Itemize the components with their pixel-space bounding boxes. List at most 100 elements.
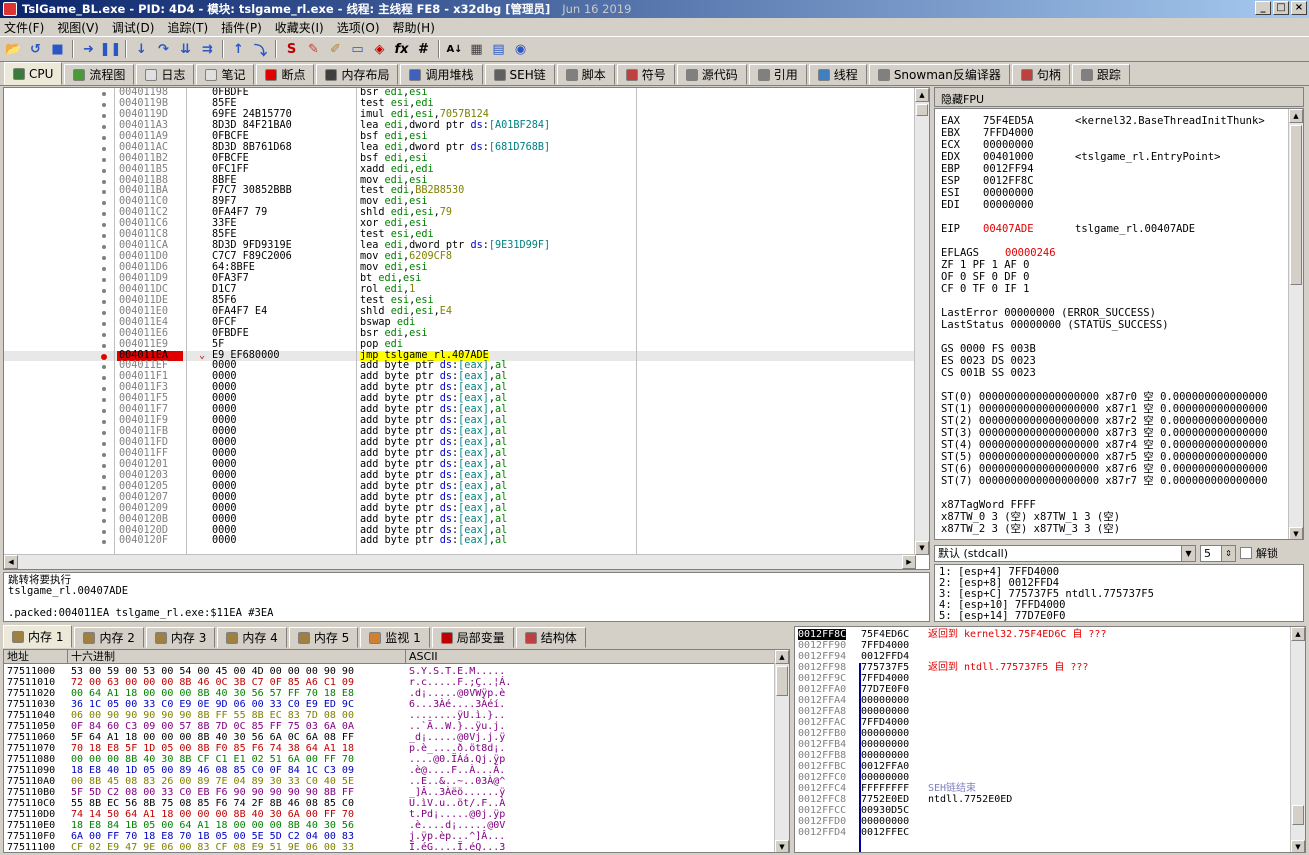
line-marker-icon[interactable] bbox=[102, 277, 106, 282]
fpu-row[interactable]: ST(4) 0000000000000000000 x87r4 空 0.0000… bbox=[935, 439, 1303, 451]
column-header-address[interactable]: 地址 bbox=[4, 650, 68, 664]
register-row[interactable]: EAX 75F4ED5A <kernel32.BaseThreadInitThunk… bbox=[935, 115, 1303, 127]
run-icon[interactable]: ➜ bbox=[79, 40, 98, 59]
tab-5[interactable]: 内存布局 bbox=[316, 64, 399, 85]
line-marker-icon[interactable] bbox=[102, 310, 106, 315]
line-marker-icon[interactable] bbox=[102, 212, 106, 217]
stack-row[interactable]: 0012FFA0 77D7E0F0 bbox=[795, 684, 1291, 695]
fpu-row[interactable]: ST(0) 0000000000000000000 x87r0 空 0.0000… bbox=[935, 391, 1303, 403]
disassembly-hscroll[interactable]: ◀ ▶ bbox=[4, 554, 916, 569]
stack-row[interactable]: 0012FFD4 0012FFEC bbox=[795, 827, 1291, 838]
stop-icon[interactable]: ■ bbox=[48, 40, 67, 59]
restart-icon[interactable]: ↺ bbox=[26, 40, 45, 59]
fpu-row[interactable]: ST(5) 0000000000000000000 x87r5 空 0.0000… bbox=[935, 451, 1303, 463]
stack-view[interactable]: 0012FF8C 75F4ED6C 返回到 kernel32.75F4ED6C 自 … bbox=[794, 626, 1306, 853]
tab-12[interactable]: 线程 bbox=[808, 64, 867, 85]
line-marker-icon[interactable] bbox=[102, 365, 106, 370]
tagword-row[interactable]: x87TagWord FFFF bbox=[935, 499, 1303, 511]
stack-row[interactable]: 0012FFBC 0012FFA0 bbox=[795, 761, 1291, 772]
line-marker-icon[interactable] bbox=[102, 463, 106, 468]
scroll-thumb[interactable] bbox=[916, 104, 928, 116]
fpu-row[interactable]: ST(6) 0000000000000000000 x87r6 空 0.0000… bbox=[935, 463, 1303, 475]
scroll-down-icon[interactable]: ▼ bbox=[915, 541, 929, 555]
line-marker-icon[interactable] bbox=[102, 157, 106, 162]
scroll-left-icon[interactable]: ◀ bbox=[4, 555, 18, 569]
stack-row[interactable]: 0012FFAC 7FFD4000 bbox=[795, 717, 1291, 728]
dump-vscroll[interactable]: ▲ ▼ bbox=[774, 650, 789, 852]
step-over-icon[interactable]: ↷ bbox=[154, 40, 173, 59]
memory-tab-6[interactable]: 局部变量 bbox=[431, 627, 514, 648]
flags-row[interactable]: CF 0 TF 0 IF 1 bbox=[935, 283, 1303, 295]
stack-row[interactable]: 0012FF8C 75F4ED6C 返回到 kernel32.75F4ED6C 自 … bbox=[795, 629, 1291, 640]
stack-vscroll[interactable]: ▲ ▼ bbox=[1290, 627, 1305, 852]
stack-row[interactable]: 0012FFB8 00000000 bbox=[795, 750, 1291, 761]
close-button[interactable]: × bbox=[1291, 1, 1307, 15]
register-value[interactable]: 00000246 bbox=[1005, 247, 1056, 259]
fpu-row[interactable]: ST(1) 0000000000000000000 x87r1 空 0.0000… bbox=[935, 403, 1303, 415]
stack-row[interactable]: 0012FFA4 00000000 bbox=[795, 695, 1291, 706]
patch-icon[interactable]: ✎ bbox=[304, 40, 323, 59]
register-row[interactable] bbox=[935, 235, 1303, 247]
bookmark-icon[interactable]: ◈ bbox=[370, 40, 389, 59]
tab-6[interactable]: 调用堆栈 bbox=[400, 64, 483, 85]
disassembly-view[interactable]: 00401198 0FBDFE bsr edi,esi 0040119B 85FE tes… bbox=[3, 87, 930, 570]
menu-item-7[interactable]: 帮助(H) bbox=[393, 19, 435, 36]
scroll-thumb[interactable] bbox=[1290, 125, 1302, 285]
stack-row[interactable]: 0012FFB4 00000000 bbox=[795, 739, 1291, 750]
tab-10[interactable]: 源代码 bbox=[676, 64, 747, 85]
tab-14[interactable]: 句柄 bbox=[1011, 64, 1070, 85]
register-value[interactable]: 00000000 bbox=[983, 187, 1034, 199]
register-value[interactable]: 00000000 bbox=[983, 139, 1034, 151]
flags-row[interactable]: ZF 1 PF 1 AF 0 bbox=[935, 259, 1303, 271]
line-marker-icon[interactable] bbox=[102, 496, 106, 501]
line-marker-icon[interactable] bbox=[102, 223, 106, 228]
line-marker-icon[interactable] bbox=[102, 452, 106, 457]
minimize-button[interactable]: _ bbox=[1255, 1, 1271, 15]
tab-9[interactable]: 符号 bbox=[616, 64, 675, 85]
menu-item-6[interactable]: 选项(O) bbox=[337, 19, 380, 36]
line-marker-icon[interactable] bbox=[102, 321, 106, 326]
stack-row[interactable]: 0012FFD0 00000000 bbox=[795, 816, 1291, 827]
register-row[interactable]: EBP 0012FF94 bbox=[935, 163, 1303, 175]
memory-tab-0[interactable]: 内存 1 bbox=[3, 625, 73, 648]
memory-tab-1[interactable]: 内存 2 bbox=[74, 627, 144, 648]
register-row[interactable]: EBX 7FFD4000 bbox=[935, 127, 1303, 139]
open-icon[interactable]: 📂 bbox=[4, 40, 23, 59]
register-row[interactable]: ECX 00000000 bbox=[935, 139, 1303, 151]
memory-tab-2[interactable]: 内存 3 bbox=[145, 627, 216, 648]
scroll-down-icon[interactable]: ▼ bbox=[1291, 840, 1305, 852]
segment-row[interactable]: GS 0000 FS 003B bbox=[935, 343, 1303, 355]
registers-view[interactable]: EAX 75F4ED5A <kernel32.BaseThreadInitThunk… bbox=[934, 108, 1304, 540]
stack-row[interactable]: 0012FF94 0012FFD4 bbox=[795, 651, 1291, 662]
menu-item-5[interactable]: 收藏夹(I) bbox=[275, 19, 324, 36]
disasm-row[interactable]: 004011E4 0FCF bswap edi bbox=[4, 317, 916, 329]
stack-row[interactable]: 0012FFCC 00930D5C bbox=[795, 805, 1291, 816]
scroll-thumb[interactable] bbox=[1292, 805, 1304, 825]
menu-item-0[interactable]: 文件(F) bbox=[4, 19, 44, 36]
column-header-ascii[interactable]: ASCII bbox=[406, 650, 776, 664]
flags-row[interactable]: OF 0 SF 0 DF 0 bbox=[935, 271, 1303, 283]
tab-7[interactable]: SEH链 bbox=[484, 64, 555, 85]
scroll-thumb[interactable] bbox=[776, 666, 788, 696]
memory-tab-5[interactable]: 监视 1 bbox=[360, 627, 430, 648]
disasm-row[interactable]: 004011B5 0FC1FF xadd edi,edi bbox=[4, 164, 916, 176]
calling-convention-select[interactable]: 默认 (stdcall) ▼ bbox=[934, 544, 1196, 562]
memory-tab-7[interactable]: 结构体 bbox=[515, 627, 586, 648]
pause-icon[interactable]: ❚❚ bbox=[100, 40, 122, 59]
tab-2[interactable]: 日志 bbox=[136, 64, 195, 85]
hex-dump-view[interactable]: 地址 十六进制 ASCII 77511000 53 00 59 00 53 00 … bbox=[3, 649, 790, 853]
tab-15[interactable]: 跟踪 bbox=[1071, 64, 1130, 85]
scroll-up-icon[interactable]: ▲ bbox=[775, 650, 789, 664]
line-marker-icon[interactable] bbox=[102, 299, 106, 304]
line-marker-icon[interactable] bbox=[102, 201, 106, 206]
scroll-up-icon[interactable]: ▲ bbox=[915, 88, 929, 102]
line-marker-icon[interactable] bbox=[102, 420, 106, 425]
menu-item-3[interactable]: 追踪(T) bbox=[167, 19, 208, 36]
line-marker-icon[interactable] bbox=[102, 124, 106, 129]
line-marker-icon[interactable] bbox=[102, 518, 106, 523]
tab-11[interactable]: 引用 bbox=[748, 64, 807, 85]
line-marker-icon[interactable] bbox=[102, 431, 106, 436]
fpu-row[interactable]: ST(3) 0000000000000000000 x87r3 空 0.0000… bbox=[935, 427, 1303, 439]
line-marker-icon[interactable] bbox=[102, 288, 106, 293]
line-marker-icon[interactable] bbox=[102, 168, 106, 173]
